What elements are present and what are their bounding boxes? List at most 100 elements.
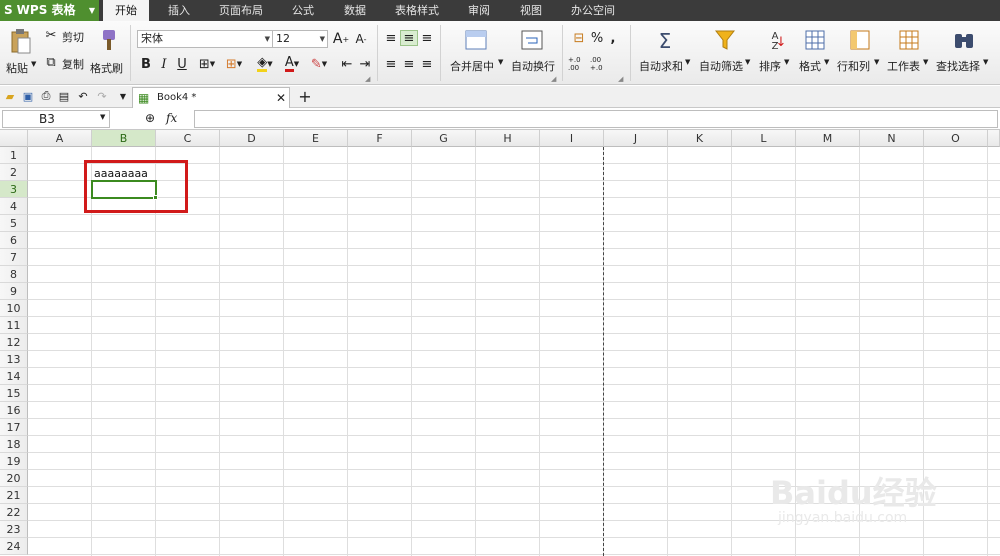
row-header[interactable]: 1 [0,147,28,164]
row-header[interactable]: 22 [0,504,28,521]
worksheet-button[interactable]: 工作表 ▼ [886,25,932,81]
decrease-decimal-button[interactable]: .00 +.0 [590,55,610,73]
italic-button[interactable]: I [157,55,171,73]
currency-format-icon[interactable]: ⊟ [570,30,588,46]
row-header[interactable]: 21 [0,487,28,504]
chevron-down-icon[interactable]: ▼ [874,58,879,66]
column-header[interactable]: N [860,130,924,147]
row-header[interactable]: 19 [0,453,28,470]
customize-toolbar-icon[interactable]: ▼ [116,89,130,103]
column-header[interactable]: C [156,130,220,147]
chevron-down-icon[interactable]: ▼ [983,58,988,66]
column-header[interactable]: M [796,130,860,147]
column-header[interactable]: E [284,130,348,147]
tab-view[interactable]: 视图 [508,0,554,21]
wrap-text-button[interactable]: 自动换行 [508,25,556,81]
comma-style-button[interactable]: , [608,30,618,46]
print-preview-icon[interactable]: ▤ [57,89,71,103]
select-all-corner[interactable] [0,130,28,147]
row-header[interactable]: 3 [0,181,28,198]
row-header[interactable]: 11 [0,317,28,334]
decrease-indent-icon[interactable]: ⇤ [340,55,354,73]
align-right-icon[interactable]: ≡ [418,56,436,72]
tab-insert[interactable]: 插入 [156,0,202,21]
row-header[interactable]: 18 [0,436,28,453]
copy-button[interactable]: ⧉ 复制 [44,54,88,72]
underline-button[interactable]: U [175,55,189,73]
font-size-select[interactable]: 12 ▼ [272,30,328,48]
chevron-down-icon[interactable]: ▼ [685,58,690,66]
row-header[interactable]: 24 [0,538,28,555]
document-tab[interactable]: ▦ Book4 * ✕ [132,87,290,108]
rows-columns-button[interactable]: 行和列 ▼ [836,25,884,81]
row-header[interactable]: 17 [0,419,28,436]
tab-page-layout[interactable]: 页面布局 [212,0,270,21]
increase-decimal-button[interactable]: +.0 .00 [568,55,588,73]
font-dialog-launcher-icon[interactable]: ◢ [365,75,370,83]
alignment-dialog-launcher-icon[interactable]: ◢ [551,75,556,83]
increase-font-size-icon[interactable]: A + [332,30,350,48]
row-header[interactable]: 4 [0,198,28,215]
new-tab-plus-icon[interactable]: + [298,87,312,106]
align-top-icon[interactable]: ≡ [382,30,400,46]
font-name-select[interactable]: 宋体 ▼ [137,30,273,48]
paste-button[interactable]: 粘贴 ▼ [4,25,38,81]
row-header[interactable]: 13 [0,351,28,368]
column-header[interactable]: I [540,130,604,147]
row-header[interactable]: 5 [0,215,28,232]
clear-format-button[interactable]: ✎ ▼ [307,55,331,73]
tab-home[interactable]: 开始 [103,0,149,21]
autofilter-button[interactable]: 自动筛选 ▼ [696,25,754,81]
triangle-down-icon[interactable]: ▼ [89,0,95,21]
chevron-down-icon[interactable]: ▼ [923,58,928,66]
column-header[interactable]: F [348,130,412,147]
align-middle-icon[interactable]: ≡ [400,30,418,46]
column-header[interactable]: O [924,130,988,147]
formula-input[interactable] [194,110,998,128]
cell-style-button[interactable]: ⊞ ▼ [222,55,246,73]
app-logo-button[interactable]: S WPS 表格 ▼ [0,0,99,21]
column-header[interactable]: L [732,130,796,147]
row-header[interactable]: 7 [0,249,28,266]
merge-center-button[interactable]: 合并居中 ▼ [446,25,506,81]
decrease-font-size-icon[interactable]: A- [352,30,370,48]
zoom-formula-icon[interactable]: ⊕ [145,111,155,125]
tab-formulas[interactable]: 公式 [280,0,326,21]
column-header[interactable]: D [220,130,284,147]
increase-indent-icon[interactable]: ⇥ [358,55,372,73]
row-header[interactable]: 15 [0,385,28,402]
borders-button[interactable]: ⊞ ▼ [195,55,219,73]
paste-dropdown-icon[interactable]: ▼ [31,60,36,68]
autosum-button[interactable]: Σ 自动求和 ▼ [636,25,694,81]
row-header[interactable]: 2 [0,164,28,181]
close-tab-icon[interactable]: ✕ [276,91,286,105]
save-icon[interactable]: ▣ [21,89,35,103]
column-header[interactable]: B [92,130,156,147]
print-icon[interactable]: ⎙ [39,89,53,103]
align-bottom-icon[interactable]: ≡ [418,30,436,46]
number-dialog-launcher-icon[interactable]: ◢ [618,75,623,83]
column-header[interactable]: A [28,130,92,147]
chevron-down-icon[interactable]: ▼ [784,58,789,66]
tab-data[interactable]: 数据 [332,0,378,21]
row-header[interactable]: 16 [0,402,28,419]
cut-button[interactable]: ✂ 剪切 [44,27,88,45]
undo-icon[interactable]: ↶ [76,89,90,103]
tab-review[interactable]: 审阅 [456,0,502,21]
name-box-dropdown-icon[interactable]: ▼ [100,113,105,121]
tab-table-style[interactable]: 表格样式 [388,0,446,21]
align-center-icon[interactable]: ≡ [400,56,418,72]
name-box[interactable]: B3 [2,110,110,128]
format-button[interactable]: 格式 ▼ [796,25,834,81]
chevron-down-icon[interactable]: ▼ [498,58,503,66]
row-header[interactable]: 10 [0,300,28,317]
align-left-icon[interactable]: ≡ [382,56,400,72]
font-color-button[interactable]: A ▼ [280,55,304,73]
row-header[interactable]: 14 [0,368,28,385]
redo-icon[interactable]: ↷ [95,89,109,103]
column-header[interactable]: J [604,130,668,147]
bold-button[interactable]: B [139,55,153,73]
fx-icon[interactable]: fx [166,111,177,125]
format-painter-button[interactable]: 格式刷 [90,25,126,81]
tab-office-space[interactable]: 办公空间 [564,0,622,21]
